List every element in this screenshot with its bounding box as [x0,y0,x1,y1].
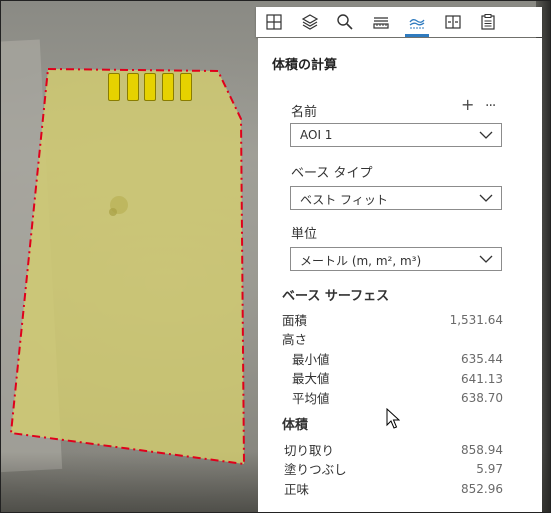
volume-panel: 体積の計算 名前 + ··· AOI 1 ベース タイプ ベスト フィット 単位… [258,38,542,512]
volume-button[interactable] [399,7,435,37]
split-view-icon [445,15,461,29]
height-label: 高さ [282,332,308,347]
max-label: 最大値 [292,371,330,386]
distance-icon [373,17,389,29]
area-value: 1,531.64 [449,313,503,327]
excavator-1 [108,73,120,101]
base-type-select-value: ベスト フィット [300,193,388,207]
name-label: 名前 [291,105,318,120]
name-select[interactable]: AOI 1 [290,123,502,147]
mouse-cursor-icon [386,408,400,429]
base-type-label: ベース タイプ [291,166,373,181]
fill-value: 5.97 [476,462,503,476]
max-value: 641.13 [461,372,503,386]
name-select-value: AOI 1 [300,128,333,142]
excavator-2 [127,73,139,101]
net-label: 正味 [284,482,310,497]
add-button[interactable]: + [461,97,474,113]
net-value: 852.96 [461,482,503,496]
excavator-4 [162,73,174,101]
unit-label: 単位 [291,227,318,242]
toolbar [256,7,542,37]
avg-value: 638.70 [461,391,503,405]
min-value: 635.44 [461,352,503,366]
unit-select-value: メートル (m, m², m³) [300,254,422,268]
chevron-down-icon [479,194,493,202]
chevron-down-icon [479,255,493,263]
cut-value: 858.94 [461,443,503,457]
measure-grid-button[interactable] [256,7,292,37]
search-icon [337,14,353,30]
distance-button[interactable] [363,7,399,37]
base-surface-title: ベース サーフェス [282,289,390,304]
app-window: 体積の計算 名前 + ··· AOI 1 ベース タイプ ベスト フィット 単位… [0,0,551,513]
unit-select[interactable]: メートル (m, m², m³) [290,247,502,271]
clipboard-icon [481,14,495,30]
volume-title: 体積 [282,418,309,433]
excavator-5 [180,73,192,101]
volume-icon [409,19,425,29]
chevron-down-icon [479,131,493,139]
more-options-button[interactable]: ··· [485,98,496,114]
panel-title: 体積の計算 [272,58,338,73]
search-button[interactable] [328,7,364,37]
area-label: 面積 [282,313,308,328]
split-view-button[interactable] [435,7,471,37]
layers-icon [301,14,318,30]
avg-label: 平均値 [292,391,330,406]
cut-label: 切り取り [284,443,335,458]
base-type-select[interactable]: ベスト フィット [290,186,502,210]
fill-label: 塗りつぶし [284,462,347,477]
clipboard-button[interactable] [471,7,507,37]
measure-grid-icon [266,14,282,30]
excavator-3 [144,73,156,101]
layers-button[interactable] [292,7,328,37]
min-label: 最小値 [292,352,330,367]
